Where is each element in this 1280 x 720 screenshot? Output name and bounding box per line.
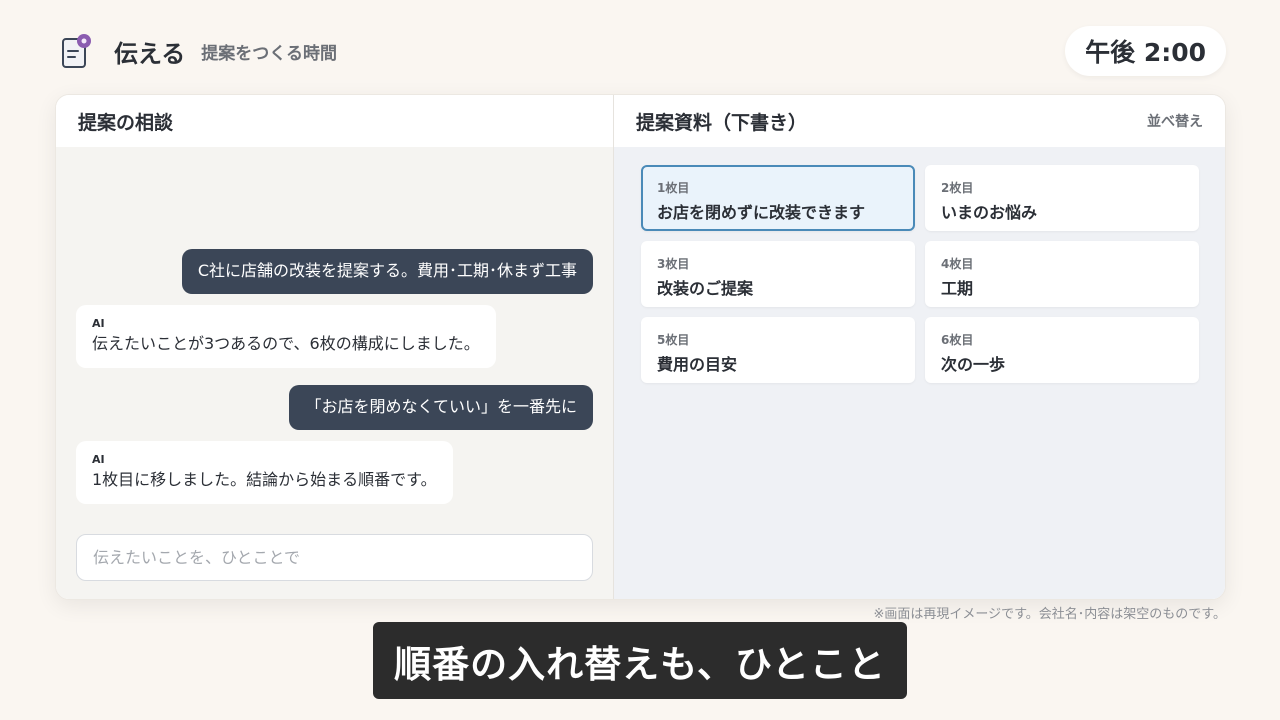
app-title: 伝える [114, 39, 186, 68]
slides-pane-header: 提案資料（下書き） 並べ替え [614, 95, 1225, 147]
caption-text: 順番の入れ替えも、ひとこと [394, 642, 886, 686]
user-message: 「お店を閉めなくていい」を一番先に [289, 385, 593, 430]
chat-pane-title: 提案の相談 [78, 111, 174, 134]
slide-grid: 1枚目 お店を閉めずに改装できます 2枚目 いまのお悩み 3枚目 改装のご提案 … [614, 147, 1225, 383]
slide-card-3[interactable]: 3枚目 改装のご提案 [641, 241, 915, 307]
ai-message: AI 1枚目に移しました。結論から始まる順番です。 [76, 441, 453, 504]
caption-banner: 順番の入れ替えも、ひとこと [373, 622, 907, 699]
chat-input[interactable] [93, 548, 576, 567]
slides-pane: 提案資料（下書き） 並べ替え 1枚目 お店を閉めずに改装できます 2枚目 いまの… [614, 95, 1225, 599]
clock-display: 午後 2:00 [1065, 26, 1226, 76]
slide-card-4[interactable]: 4枚目 工期 [925, 241, 1199, 307]
slide-card-5[interactable]: 5枚目 費用の目安 [641, 317, 915, 383]
slide-card-1[interactable]: 1枚目 お店を閉めずに改装できます [641, 165, 915, 231]
slide-number: 3枚目 [657, 257, 690, 271]
chat-input-box[interactable] [76, 534, 593, 581]
slide-number: 1枚目 [657, 181, 690, 195]
chat-area: C社に店舗の改装を提案する。費用･工期･休まず工事 AI 伝えたいことが3つある… [56, 147, 613, 599]
ai-message: AI 伝えたいことが3つあるので、6枚の構成にしました。 [76, 305, 496, 368]
user-message: C社に店舗の改装を提案する。費用･工期･休まず工事 [181, 249, 593, 294]
app-header: 伝える 提案をつくる時間 [60, 30, 337, 72]
slide-title: 次の一歩 [941, 355, 1006, 374]
slide-title: いまのお悩み [941, 203, 1038, 222]
slide-title: 工期 [941, 279, 974, 298]
ai-label: AI [92, 453, 105, 466]
chat-pane-header: 提案の相談 [56, 95, 613, 147]
slide-title: 改装のご提案 [657, 279, 754, 298]
message-text: 「お店を閉めなくていい」を一番先に [305, 397, 577, 417]
slide-title: 費用の目安 [657, 355, 738, 374]
slides-pane-title: 提案資料（下書き） [636, 111, 808, 134]
ai-label: AI [92, 317, 105, 330]
app-subtitle: 提案をつくる時間 [201, 43, 337, 64]
message-text: 伝えたいことが3つあるので、6枚の構成にしました。 [92, 334, 480, 354]
slide-card-6[interactable]: 6枚目 次の一歩 [925, 317, 1199, 383]
disclaimer-note: ※画面は再現イメージです。会社名･内容は架空のものです。 [873, 607, 1226, 622]
slide-number: 5枚目 [657, 333, 690, 347]
main-window: 提案の相談 C社に店舗の改装を提案する。費用･工期･休まず工事 AI 伝えたいこ… [55, 94, 1226, 600]
slide-number: 4枚目 [941, 257, 974, 271]
document-pin-icon [60, 31, 94, 71]
slide-number: 6枚目 [941, 333, 974, 347]
slide-number: 2枚目 [941, 181, 974, 195]
message-text: 1枚目に移しました。結論から始まる順番です。 [92, 470, 437, 490]
message-text: C社に店舗の改装を提案する。費用･工期･休まず工事 [197, 261, 577, 281]
slide-title: お店を閉めずに改装できます [657, 203, 866, 222]
sort-button[interactable]: 並べ替え [1147, 111, 1203, 131]
slide-card-2[interactable]: 2枚目 いまのお悩み [925, 165, 1199, 231]
chat-pane: 提案の相談 C社に店舗の改装を提案する。費用･工期･休まず工事 AI 伝えたいこ… [56, 95, 614, 599]
